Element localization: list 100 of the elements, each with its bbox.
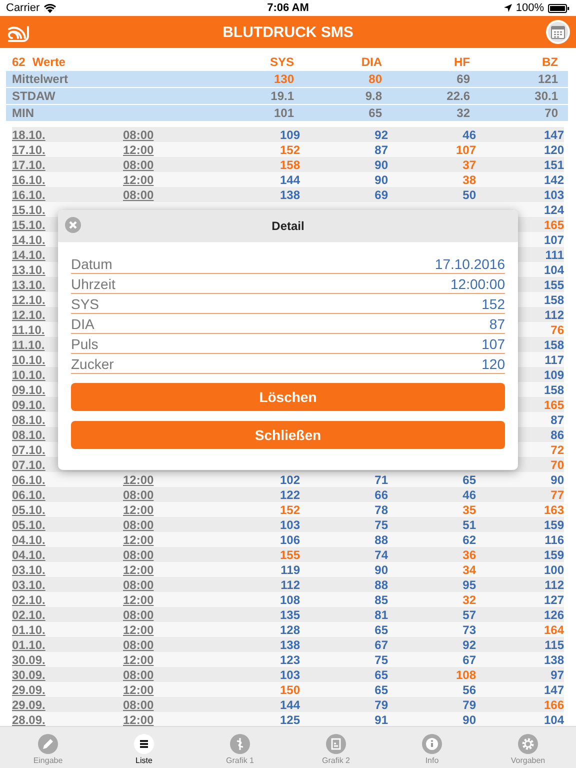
- table-row[interactable]: 30.09. 08:00 103 65 108 97: [12, 667, 564, 682]
- time-link[interactable]: 08:00: [123, 188, 154, 202]
- time-link[interactable]: 08:00: [123, 638, 154, 652]
- date-link[interactable]: 04.10.: [12, 548, 46, 562]
- table-row[interactable]: 17.10. 08:00 158 90 37 151: [12, 157, 564, 172]
- date-link[interactable]: 16.10.: [12, 172, 46, 186]
- date-link[interactable]: 13.10.: [12, 278, 46, 292]
- date-link[interactable]: 07.10.: [12, 442, 46, 456]
- date-link[interactable]: 03.10.: [12, 578, 46, 592]
- time-link[interactable]: 12:00: [123, 652, 154, 666]
- time-link[interactable]: 12:00: [123, 532, 154, 546]
- date-link[interactable]: 28.09.: [12, 712, 46, 726]
- table-row[interactable]: 06.10. 08:00 122 66 46 77: [12, 487, 564, 502]
- tab-button[interactable]: Liste: [114, 727, 174, 768]
- date-link[interactable]: 14.10.: [12, 232, 46, 246]
- time-link[interactable]: 08:00: [123, 698, 154, 712]
- date-link[interactable]: 15.10.: [12, 218, 46, 232]
- time-link[interactable]: 08:00: [123, 128, 154, 142]
- date-link[interactable]: 03.10.: [12, 562, 46, 576]
- table-row[interactable]: 01.10. 08:00 138 67 92 115: [12, 637, 564, 652]
- delete-button[interactable]: Löschen: [71, 383, 505, 411]
- table-cell: 71: [374, 472, 388, 486]
- tab-button[interactable]: Grafik 2: [306, 727, 366, 768]
- date-link[interactable]: 14.10.: [12, 248, 46, 262]
- date-link[interactable]: 10.10.: [12, 368, 46, 382]
- table-row[interactable]: 29.09. 12:00 150 65 56 147: [12, 682, 564, 697]
- table-row[interactable]: 05.10. 08:00 103 75 51 159: [12, 517, 564, 532]
- date-link[interactable]: 10.10.: [12, 352, 46, 366]
- table-row[interactable]: 03.10. 08:00 112 88 95 112: [12, 577, 564, 592]
- table-row[interactable]: 02.10. 12:00 108 85 32 127: [12, 592, 564, 607]
- date-link[interactable]: 17.10.: [12, 142, 46, 156]
- time-link[interactable]: 08:00: [123, 608, 154, 622]
- date-link[interactable]: 02.10.: [12, 592, 46, 606]
- table-row[interactable]: 06.10. 12:00 102 71 65 90: [12, 472, 564, 487]
- close-dialog-button[interactable]: Schließen: [71, 421, 505, 449]
- time-link[interactable]: 12:00: [123, 172, 154, 186]
- date-link[interactable]: 11.10.: [12, 338, 45, 352]
- date-link[interactable]: 15.10.: [12, 202, 46, 216]
- time-link[interactable]: 12:00: [123, 502, 154, 516]
- time-link[interactable]: 08:00: [123, 158, 154, 172]
- table-row[interactable]: 17.10. 12:00 152 87 107 120: [12, 142, 564, 157]
- table-row[interactable]: 29.09. 08:00 144 79 79 166: [12, 697, 564, 712]
- time-link[interactable]: 12:00: [123, 682, 154, 696]
- table-row[interactable]: 03.10. 12:00 119 90 34 100: [12, 562, 564, 577]
- table-row[interactable]: 04.10. 08:00 155 74 36 159: [12, 547, 564, 562]
- date-link[interactable]: 05.10.: [12, 518, 46, 532]
- table-cell: 109: [280, 128, 300, 142]
- date-link[interactable]: 18.10.: [12, 128, 46, 142]
- time-link[interactable]: 12:00: [123, 562, 154, 576]
- date-link[interactable]: 01.10.: [12, 622, 46, 636]
- date-link[interactable]: 12.10.: [12, 292, 46, 306]
- time-link[interactable]: 08:00: [123, 578, 154, 592]
- time-link[interactable]: 12:00: [123, 592, 154, 606]
- table-row[interactable]: 01.10. 12:00 128 65 73 164: [12, 622, 564, 637]
- date-link[interactable]: 29.09.: [12, 698, 46, 712]
- tab-button[interactable]: Vorgaben: [498, 727, 558, 768]
- calendar-button[interactable]: [546, 20, 570, 44]
- date-link[interactable]: 02.10.: [12, 608, 46, 622]
- time-link[interactable]: 08:00: [123, 488, 154, 502]
- date-link[interactable]: 12.10.: [12, 308, 46, 322]
- time-link[interactable]: 12:00: [123, 712, 154, 726]
- date-link[interactable]: 05.10.: [12, 502, 46, 516]
- date-link[interactable]: 06.10.: [12, 472, 46, 486]
- table-cell: 37: [462, 158, 476, 172]
- date-link[interactable]: 08.10.: [12, 428, 46, 442]
- date-link[interactable]: 30.09.: [12, 652, 46, 666]
- date-link[interactable]: 09.10.: [12, 382, 46, 396]
- date-link[interactable]: 06.10.: [12, 488, 46, 502]
- table-row[interactable]: 05.10. 12:00 152 78 35 163: [12, 502, 564, 517]
- time-link[interactable]: 08:00: [123, 668, 154, 682]
- date-link[interactable]: 04.10.: [12, 532, 46, 546]
- tab-button[interactable]: Info: [402, 727, 462, 768]
- table-row[interactable]: 16.10. 12:00 144 90 38 142: [12, 172, 564, 187]
- date-link[interactable]: 11.10.: [12, 322, 45, 336]
- table-row[interactable]: 16.10. 08:00 138 69 50 103: [12, 187, 564, 202]
- date-link[interactable]: 30.09.: [12, 668, 46, 682]
- table-cell: 164: [544, 622, 564, 636]
- date-link[interactable]: 09.10.: [12, 398, 46, 412]
- date-link[interactable]: 16.10.: [12, 188, 46, 202]
- table-cell: 158: [544, 382, 564, 396]
- tab-button[interactable]: Eingabe: [18, 727, 78, 768]
- date-link[interactable]: 13.10.: [12, 262, 46, 276]
- time-link[interactable]: 12:00: [123, 142, 154, 156]
- table-row[interactable]: 04.10. 12:00 106 88 62 116: [12, 532, 564, 547]
- date-link[interactable]: 29.09.: [12, 682, 46, 696]
- time-link[interactable]: 12:00: [123, 472, 154, 486]
- table-row[interactable]: 02.10. 08:00 135 81 57 126: [12, 607, 564, 622]
- date-link[interactable]: 07.10.: [12, 458, 46, 472]
- time-link[interactable]: 08:00: [123, 518, 154, 532]
- table-row[interactable]: 30.09. 12:00 123 75 67 138: [12, 652, 564, 667]
- table-row[interactable]: 28.09. 12:00 125 91 90 104: [12, 712, 564, 726]
- date-link[interactable]: 08.10.: [12, 412, 46, 426]
- tab-button[interactable]: Grafik 1: [210, 727, 270, 768]
- close-button[interactable]: [65, 217, 81, 233]
- date-link[interactable]: 01.10.: [12, 638, 46, 652]
- time-link[interactable]: 08:00: [123, 548, 154, 562]
- table-row[interactable]: 18.10. 08:00 109 92 46 147: [12, 127, 564, 142]
- time-link[interactable]: 12:00: [123, 622, 154, 636]
- date-link[interactable]: 17.10.: [12, 158, 46, 172]
- table-cell: 97: [550, 668, 564, 682]
